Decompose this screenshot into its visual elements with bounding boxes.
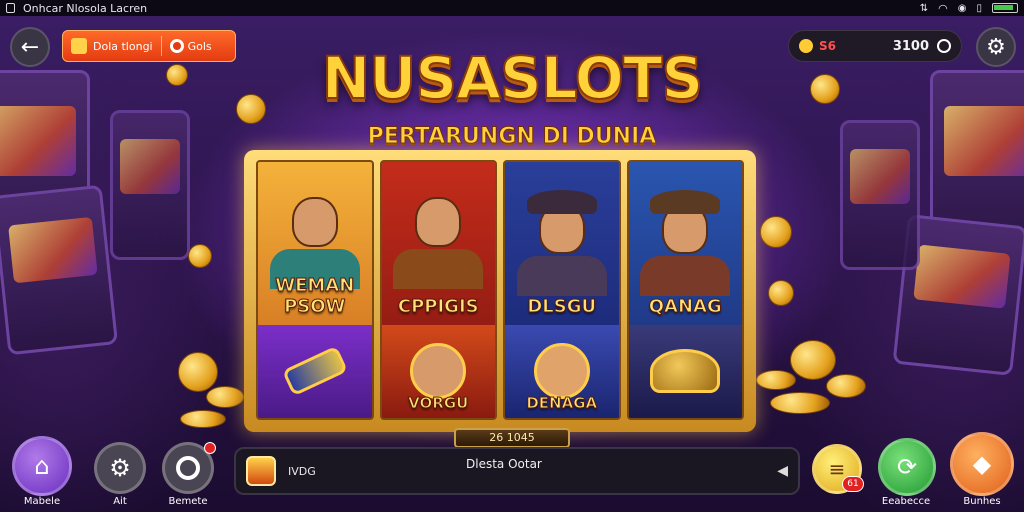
status-bar: Onhcar Nlosola Lacren ⇅ ◠ ◉ ▯ [0, 0, 1024, 16]
coin-decoration [810, 74, 840, 104]
nav-label-home: Mabele [23, 496, 61, 507]
reel-2-bottom-label: VORGU [408, 394, 469, 413]
volume-icon: ◉ [957, 2, 967, 14]
cowboy-hat [650, 190, 721, 215]
reels: WEMAN PSOW CPPIGIS VORGU DLSGU DENAGA QA… [256, 160, 744, 420]
refresh-icon: ⟳ [896, 453, 918, 481]
spin-badge: 61 [842, 476, 864, 492]
coin-decoration [236, 94, 266, 124]
search-icon[interactable] [937, 39, 951, 53]
reel-symbol: VORGU [381, 324, 495, 418]
status-bar-title: Onhcar Nlosola Lacren [23, 1, 148, 15]
promo-pill[interactable]: Dola tlongi Gols [62, 30, 236, 62]
face-icon [533, 343, 590, 400]
nav-label-refresh: Eeabecce [881, 496, 931, 507]
coin-decoration [760, 216, 792, 248]
wifi-icon: ◠ [938, 1, 948, 15]
coin-decoration [178, 352, 218, 392]
arcade-machine-left-2 [0, 184, 119, 356]
reel-1[interactable]: WEMAN PSOW [256, 160, 374, 420]
status-icons: ⇅ ◠ ◉ ▯ [920, 2, 1018, 15]
signal-icon: ⇅ [919, 2, 929, 14]
app-icon [6, 3, 15, 13]
promo-secondary-label: Gols [187, 39, 212, 53]
arcade-machine-right-3 [840, 120, 920, 270]
nav-label-ring: Bemete [168, 496, 208, 507]
coin-decoration [206, 386, 244, 408]
balance-value: 3100 [892, 38, 929, 54]
game-thumbnail-icon [246, 456, 276, 486]
chevron-left-icon[interactable]: ◀ [777, 463, 788, 479]
arrow-left-icon: ← [20, 34, 40, 60]
game-status-text: Dlesta Ootar [466, 457, 542, 471]
reel-3[interactable]: DLSGU DENAGA [503, 160, 621, 420]
frame-plate: 26 1045 [454, 428, 570, 448]
nav-label-bonus: Bunhes [963, 496, 1001, 507]
sim-icon: ▯ [976, 2, 982, 14]
coin-icon [799, 39, 813, 53]
reel-symbol: QANAG [629, 162, 743, 325]
reel-2[interactable]: CPPIGIS VORGU [379, 160, 497, 420]
reel-2-label: CPPIGIS [397, 295, 479, 317]
coin-decoration [770, 392, 830, 414]
reel-symbol: DLSGU [505, 162, 619, 325]
nav-button-bonus[interactable]: ◆ [950, 432, 1014, 496]
game-title: NUSASLOTS [321, 43, 705, 113]
reel-symbol [258, 324, 372, 418]
nav-button-settings[interactable]: ⚙ [94, 442, 146, 494]
reel-3-label: DLSGU [527, 295, 597, 317]
menu-icon: ≡ [828, 457, 846, 481]
coin-decoration [166, 64, 188, 86]
bottom-info-bar[interactable]: IVDG Dlesta Ootar ◀ [234, 447, 800, 495]
coin-decoration [188, 244, 212, 268]
slot-machine-frame: WEMAN PSOW CPPIGIS VORGU DLSGU DENAGA QA… [244, 150, 756, 432]
warrior-character [291, 197, 338, 248]
gear-icon: ⚙ [986, 34, 1006, 60]
back-button[interactable]: ← [10, 27, 50, 67]
diamond-icon: ◆ [972, 450, 992, 478]
arcade-machine-left-3 [110, 110, 190, 260]
sword-icon [281, 346, 348, 397]
reel-3-bottom-label: DENAGA [526, 394, 598, 413]
wizard-hat [526, 190, 597, 215]
home-icon: ⌂ [34, 452, 50, 480]
gift-icon [71, 38, 87, 54]
coin-decoration [180, 410, 226, 428]
reel-symbol: CPPIGIS [382, 162, 496, 325]
reel-1-label: WEMAN PSOW [275, 274, 355, 317]
nav-button-home[interactable]: ⌂ [12, 436, 72, 496]
reel-4[interactable]: QANAG [626, 160, 744, 420]
coin-decoration [756, 370, 796, 390]
ring-icon [176, 456, 200, 480]
nav-button-refresh[interactable]: ⟳ [878, 438, 936, 496]
spin-badge-count: 61 [847, 479, 859, 489]
coin-decoration [790, 340, 836, 380]
cowboy-body [640, 256, 731, 297]
coin-decoration [826, 374, 866, 398]
reel-symbol: DENAGA [505, 324, 619, 418]
face-icon [410, 343, 467, 400]
wizard-body [516, 256, 607, 297]
barbarian-character [415, 197, 462, 248]
balance-pill[interactable]: S6 3100 [788, 30, 962, 62]
balance-label: S6 [819, 39, 836, 53]
reel-4-label: QANAG [648, 295, 722, 317]
promo-label: Dola tlongi [93, 39, 153, 53]
promo-divider [160, 36, 162, 56]
target-icon [169, 39, 184, 53]
notification-dot [204, 442, 216, 454]
reel-symbol: WEMAN PSOW [258, 162, 372, 325]
helmet-icon [650, 349, 721, 394]
coin-decoration [768, 280, 794, 306]
battery-icon [992, 3, 1018, 13]
gear-icon: ⚙ [109, 454, 131, 482]
settings-button[interactable]: ⚙ [976, 27, 1016, 67]
barbarian-body [393, 249, 484, 290]
reel-symbol [628, 324, 742, 418]
game-code: IVDG [288, 464, 316, 478]
